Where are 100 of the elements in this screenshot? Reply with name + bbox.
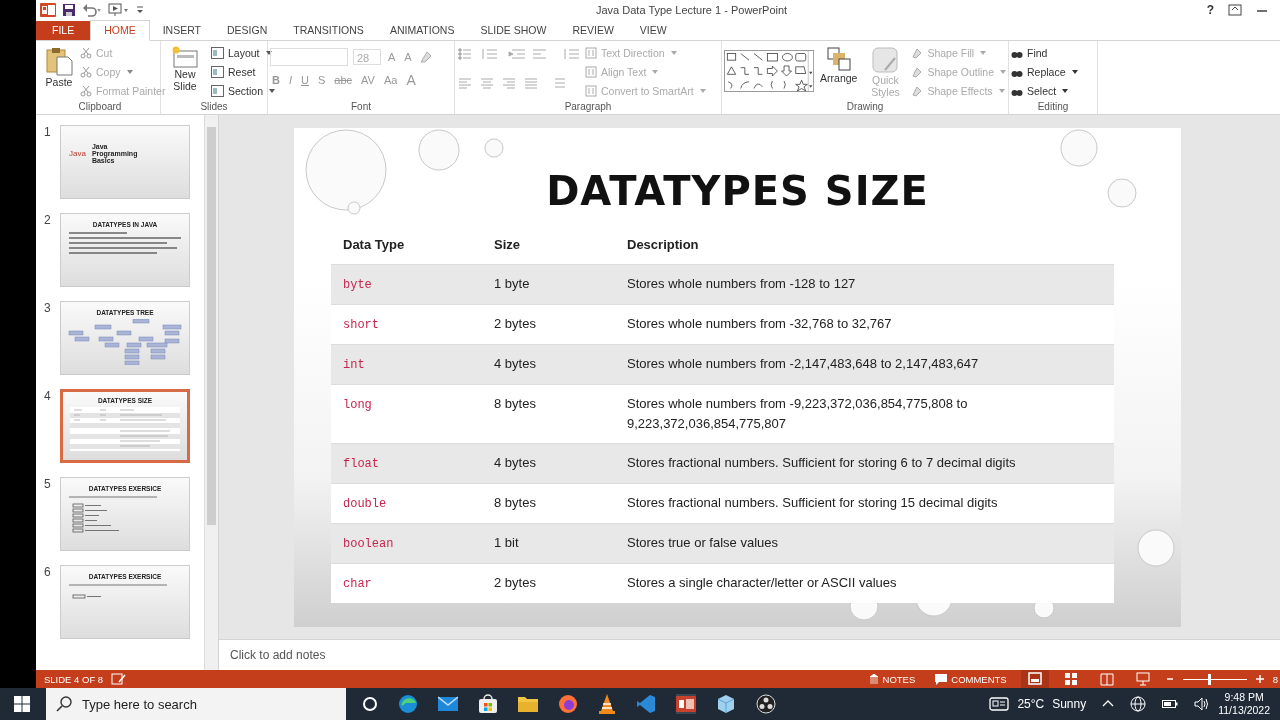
- ribbon-tab[interactable]: FILE: [36, 21, 91, 40]
- temperature[interactable]: 25°C: [1017, 697, 1045, 711]
- layout-icon: [211, 85, 224, 97]
- paste-button[interactable]: Paste: [42, 44, 76, 101]
- cube-icon[interactable]: [716, 694, 736, 714]
- slide-number: 1: [44, 125, 52, 141]
- ribbon-tab[interactable]: SLIDE SHOW: [467, 21, 560, 40]
- arrange-icon: [825, 46, 852, 72]
- table-cell: 8 bytes: [494, 494, 536, 510]
- ribbon-tab[interactable]: DESIGN: [214, 21, 281, 40]
- store-icon[interactable]: [478, 694, 498, 714]
- spell-check-icon[interactable]: [111, 673, 128, 685]
- type-name: byte: [343, 277, 372, 292]
- text-box-icon: [585, 66, 597, 78]
- java-logo: Java: [69, 149, 86, 158]
- search-icon: [56, 696, 72, 712]
- save-icon[interactable]: [62, 3, 76, 17]
- cortana-icon[interactable]: [362, 696, 378, 712]
- notes-placeholder[interactable]: Click to add notes: [230, 648, 326, 662]
- group-label: Drawing: [845, 101, 885, 114]
- pencil-icon: [911, 85, 924, 97]
- normal-view-icon[interactable]: [1020, 670, 1049, 688]
- table-cell: Stores whole numbers from -9,223,372,036,854,775,808 to 9,223,372,036,854,775,807: [627, 395, 968, 431]
- type-name: char: [343, 576, 372, 591]
- type-name: short: [343, 317, 379, 332]
- table-cell: Stores a single character/letter or ASCII values: [627, 574, 897, 590]
- help-button[interactable]: ?: [1206, 3, 1214, 17]
- ribbon-tab[interactable]: TRANSITIONS: [280, 21, 377, 40]
- text-box-icon: [585, 47, 597, 59]
- firefox-icon[interactable]: [558, 694, 578, 714]
- table-cell: Stores whole numbers from -32,768 to 32,767: [627, 315, 892, 331]
- layout-icon: [211, 66, 224, 78]
- table-cell: Stores true or false values: [627, 534, 779, 550]
- type-name: double: [343, 496, 387, 511]
- group-label: Font: [350, 101, 372, 114]
- mail-icon[interactable]: [438, 696, 458, 712]
- start-icon[interactable]: [14, 696, 30, 712]
- table-cell: Stores fractional numbers. Sufficient for storing 6 to 7 decimal digits: [627, 454, 1016, 470]
- notes-icon: [868, 674, 879, 684]
- arrange-button[interactable]: Arrange: [818, 44, 860, 101]
- ribbon-tab[interactable]: REVIEW: [559, 21, 627, 40]
- table-cell: 1 bit: [494, 534, 519, 550]
- table-cell: 2 bytes: [494, 574, 536, 590]
- code-editor-icon[interactable]: [636, 694, 656, 714]
- clock-date[interactable]: 11/13/2022: [1218, 704, 1270, 717]
- comments-button[interactable]: COMMENTS: [929, 673, 1013, 685]
- speech-bubble-icon: [935, 673, 948, 685]
- customize-caret-icon[interactable]: [136, 5, 144, 15]
- ribbon-tab[interactable]: VIEW: [626, 21, 680, 40]
- text-box-icon: [585, 85, 597, 97]
- slide-number: 6: [44, 565, 52, 581]
- ribbon-button[interactable]: Find: [1011, 44, 1078, 62]
- powerpoint-icon[interactable]: [676, 694, 696, 714]
- news-widget-icon[interactable]: [989, 696, 1010, 712]
- chevron-up-icon[interactable]: [1102, 699, 1115, 709]
- type-name: long: [343, 397, 372, 412]
- ribbon-display-icon[interactable]: [1228, 4, 1242, 16]
- notes-button[interactable]: NOTES: [862, 673, 922, 685]
- traffic-cone-icon[interactable]: [598, 694, 616, 714]
- window-title: Java Data Type Lecture 1 - PowerPoint: [596, 4, 788, 16]
- slide-number: 5: [44, 477, 52, 493]
- quick-styles-icon: [871, 46, 900, 74]
- weather-text[interactable]: Sunny: [1052, 697, 1087, 711]
- table-cell: 8 bytes: [494, 395, 536, 411]
- group-label: Paragraph: [563, 101, 613, 114]
- ribbon-button[interactable]: Replace: [1011, 63, 1078, 81]
- slideshow-icon[interactable]: [108, 3, 130, 17]
- type-name: boolean: [343, 536, 394, 551]
- pencil-icon: [911, 66, 924, 78]
- scrollbar[interactable]: [204, 115, 218, 670]
- table-cell: Stores whole numbers from -2,147,483,648 to 2,147,483,647: [627, 355, 979, 371]
- new-slide-icon: [172, 46, 198, 68]
- slide-number: 4: [44, 389, 52, 405]
- table-cell: 4 bytes: [494, 355, 536, 371]
- folder-icon[interactable]: [518, 696, 538, 712]
- type-name: int: [343, 357, 365, 372]
- zoom-in-icon[interactable]: [1254, 674, 1265, 684]
- battery-icon[interactable]: [1162, 699, 1179, 709]
- ribbon-button[interactable]: Select: [1011, 82, 1078, 100]
- clipboard-icon: [44, 46, 74, 76]
- font-name-field[interactable]: [270, 48, 348, 66]
- table-cell: Stores whole numbers from -128 to 127: [627, 275, 856, 291]
- recorder-icon[interactable]: [756, 694, 776, 714]
- clock-time[interactable]: 9:48 PM: [1224, 691, 1264, 704]
- zoom-percent[interactable]: 8: [1272, 673, 1280, 685]
- globe-icon[interactable]: [1130, 696, 1147, 712]
- browser-icon[interactable]: [398, 694, 418, 714]
- slide-title: DATATYPES SIZE: [546, 167, 929, 214]
- group-label: Clipboard: [77, 101, 123, 114]
- pencil-icon: [911, 47, 924, 59]
- ribbon-tab[interactable]: INSERT: [149, 21, 214, 40]
- ribbon-tab[interactable]: HOME: [90, 20, 150, 41]
- scissors-icon: [80, 47, 92, 59]
- volume-icon[interactable]: [1194, 697, 1211, 711]
- undo-icon[interactable]: [82, 3, 102, 17]
- ribbon-tab[interactable]: ANIMATIONS: [376, 21, 468, 40]
- column-header: Description: [615, 225, 1114, 264]
- taskbar-search-field[interactable]: Type here to search: [46, 688, 346, 720]
- ribbon-button[interactable]: Layout: [211, 44, 276, 62]
- column-header: Size: [482, 225, 615, 264]
